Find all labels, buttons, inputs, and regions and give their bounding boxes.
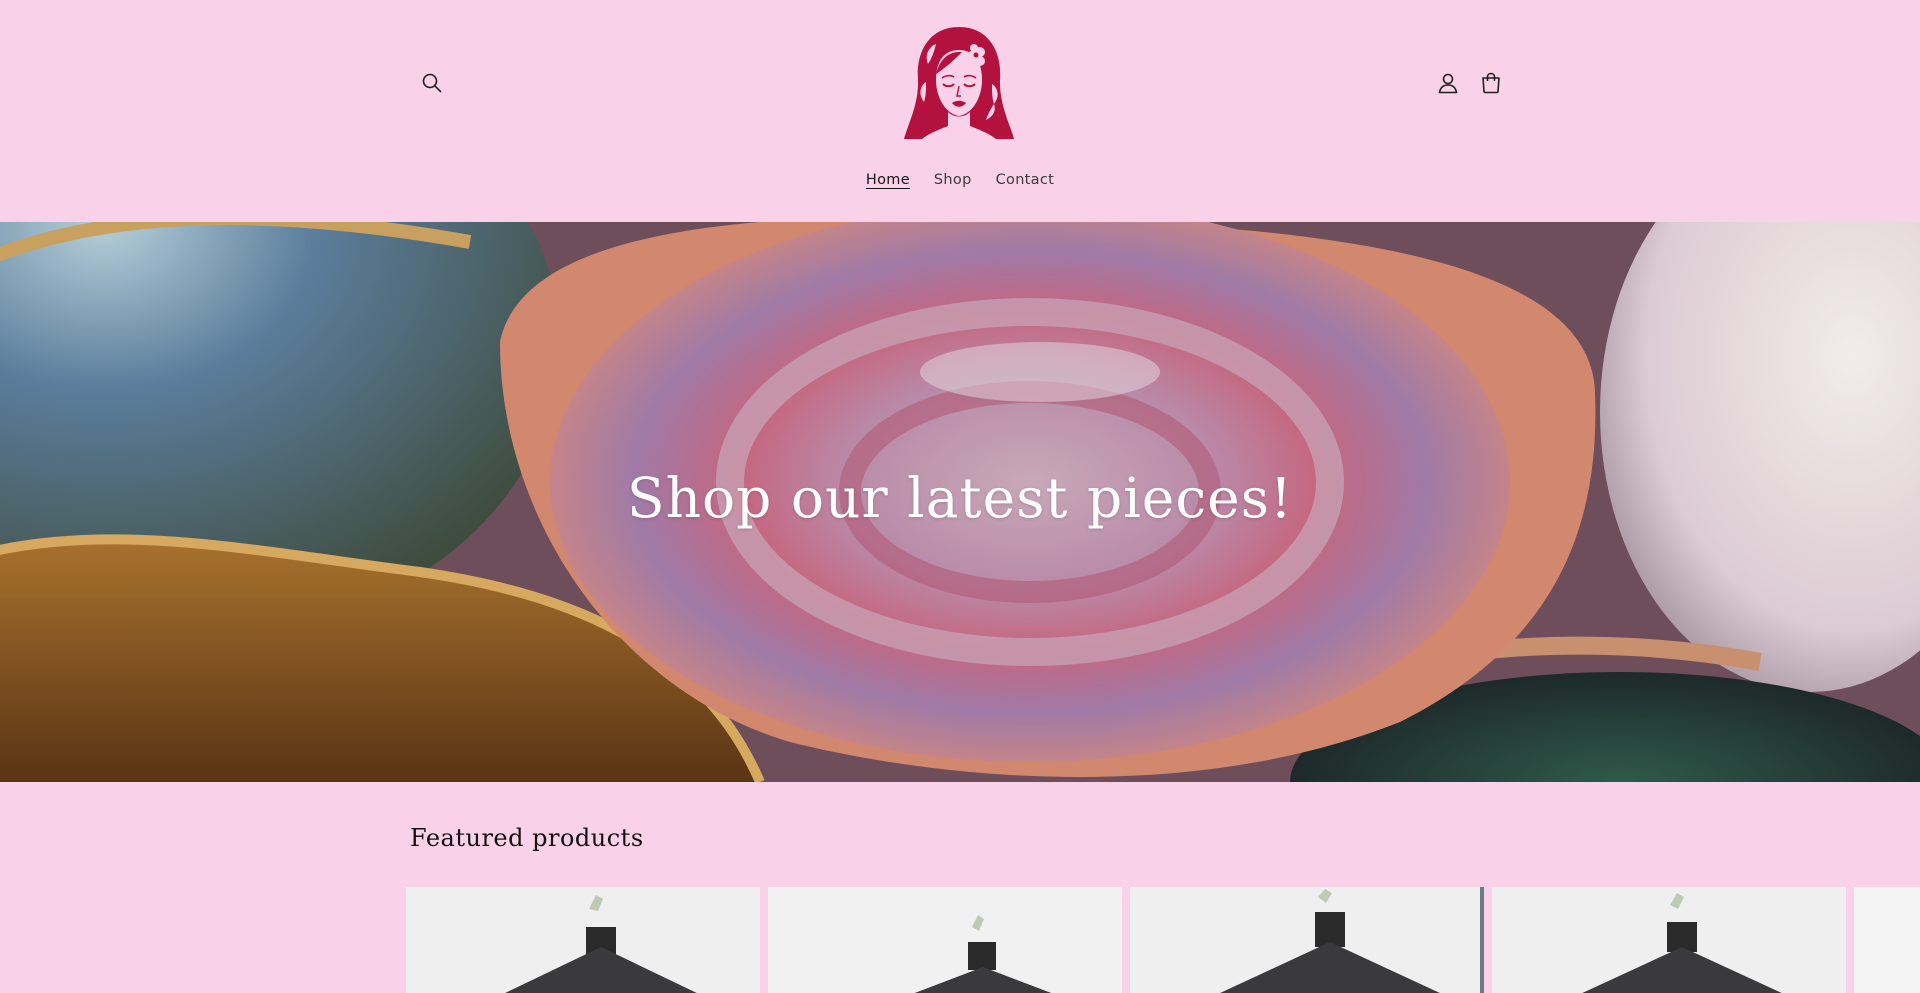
search-icon [422, 73, 442, 93]
ceramic-house-image [1130, 887, 1484, 993]
account-button[interactable] [1428, 63, 1468, 103]
account-icon [1438, 73, 1458, 94]
product-card[interactable] [1854, 887, 1920, 993]
nav-item-home[interactable]: Home [854, 168, 922, 192]
hero-banner: Shop our latest pieces! [0, 222, 1920, 782]
site-header: Home Shop Contact [0, 0, 1920, 222]
ceramic-house-image [1492, 887, 1846, 993]
cart-icon [1482, 72, 1500, 94]
product-grid [406, 887, 1920, 993]
main-navigation: Home Shop Contact [0, 168, 1920, 192]
ceramic-house-image [1854, 887, 1920, 993]
ceramic-house-image [406, 887, 760, 993]
cart-button[interactable] [1471, 63, 1511, 103]
product-card[interactable] [1492, 887, 1846, 993]
nav-item-contact[interactable]: Contact [984, 168, 1067, 192]
featured-products-title: Featured products [410, 824, 644, 852]
featured-products-section: Featured products [0, 782, 1920, 993]
product-card[interactable] [1130, 887, 1484, 993]
ceramic-house-image [768, 887, 1122, 993]
nav-item-shop[interactable]: Shop [922, 168, 984, 192]
product-card[interactable] [768, 887, 1122, 993]
hero-title: Shop our latest pieces! [626, 466, 1294, 530]
store-logo[interactable] [898, 24, 1020, 142]
search-button[interactable] [412, 63, 452, 103]
woman-face-logo-icon [904, 27, 1014, 139]
product-card[interactable] [406, 887, 760, 993]
